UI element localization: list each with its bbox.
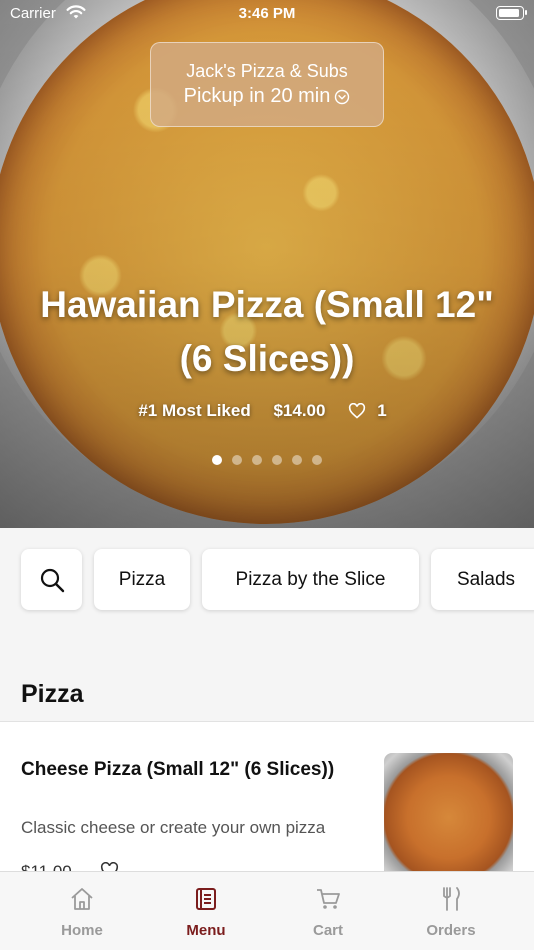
category-chip-pizza-by-the-slice[interactable]: Pizza by the Slice [202, 549, 419, 610]
featured-item-title[interactable]: Hawaiian Pizza (Small 12" (6 Slices)) [20, 278, 514, 386]
hero-banner[interactable]: Carrier 3:46 PM Jack's Pizza & Subs Pick… [0, 0, 534, 528]
status-bar: Carrier 3:46 PM [0, 0, 534, 30]
featured-item-meta: #1 Most Liked $14.00 1 [0, 400, 534, 421]
tab-home[interactable]: Home [20, 872, 144, 950]
item-name: Cheese Pizza (Small 12" (6 Slices)) [21, 759, 335, 780]
like-count[interactable]: 1 [348, 400, 395, 421]
clock: 3:46 PM [238, 5, 296, 22]
category-chip-salads[interactable]: Salads [431, 549, 534, 610]
home-icon [71, 888, 93, 910]
search-button[interactable] [21, 549, 82, 610]
search-icon [40, 568, 65, 593]
restaurant-selector[interactable]: Jack's Pizza & Subs Pickup in 20 min [150, 42, 384, 127]
heart-icon [349, 402, 366, 419]
tab-cart[interactable]: Cart [266, 872, 390, 950]
tab-menu[interactable]: Menu [144, 872, 268, 950]
carousel-dot[interactable] [312, 455, 322, 465]
item-description: Classic cheese or create your own pizza [21, 818, 326, 837]
cart-icon [317, 889, 340, 909]
category-bar: Pizza Pizza by the Slice Salads [0, 528, 534, 648]
pickup-time: Pickup in 20 min [151, 85, 383, 108]
carousel-dot[interactable] [292, 455, 302, 465]
carousel-dot[interactable] [272, 455, 282, 465]
menu-book-icon [196, 888, 216, 910]
battery-icon [496, 6, 527, 20]
carousel-dot[interactable] [212, 455, 222, 465]
tab-bar: Home Menu Cart Orders [0, 871, 534, 950]
chevron-down-circle-icon [335, 89, 350, 104]
section-header: Pizza [0, 648, 534, 722]
carousel-page-indicator[interactable] [0, 452, 534, 470]
featured-price: $14.00 [273, 400, 326, 420]
section-title: Pizza [21, 680, 84, 708]
fork-knife-icon [443, 887, 460, 911]
carousel-dot[interactable] [252, 455, 262, 465]
carousel-dot[interactable] [232, 455, 242, 465]
category-chip-pizza[interactable]: Pizza [94, 549, 190, 610]
restaurant-name: Jack's Pizza & Subs [186, 61, 348, 81]
rank-label: #1 Most Liked [138, 400, 251, 420]
cheese-pizza-image [384, 753, 513, 882]
tab-orders[interactable]: Orders [389, 872, 513, 950]
menu-item-card[interactable]: Cheese Pizza (Small 12" (6 Slices)) Clas… [0, 722, 534, 882]
